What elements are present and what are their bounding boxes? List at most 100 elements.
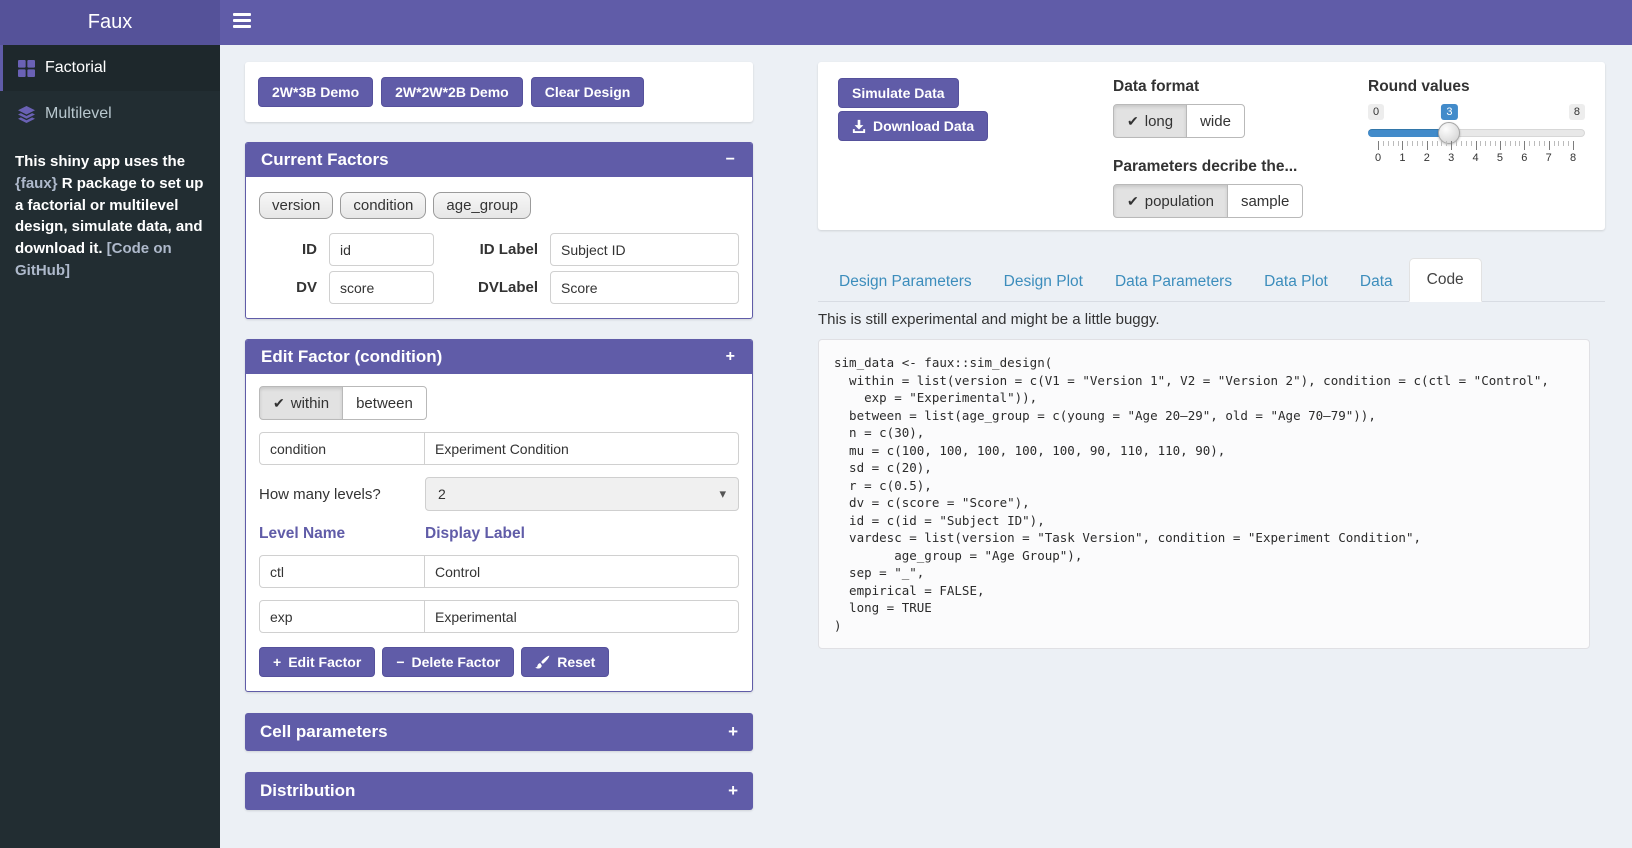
current-factors-body: version condition age_group ID ID Label … [246, 177, 752, 318]
slider-major-tick [1378, 141, 1379, 150]
level-row [259, 555, 739, 588]
collapse-plus-icon[interactable]: + [728, 781, 738, 801]
slider-minor-tick [1432, 141, 1433, 146]
slider-tick-label: 2 [1424, 152, 1430, 164]
slider-minor-tick [1544, 141, 1545, 146]
levels-count-value: 2 [438, 486, 446, 502]
between-option[interactable]: between [342, 386, 427, 420]
data-column: Simulate Data Download Data Data format … [818, 62, 1605, 649]
slider-tick-label: 1 [1399, 152, 1405, 164]
factor-tag-age-group[interactable]: age_group [433, 192, 531, 219]
level-label-input[interactable] [424, 600, 739, 633]
levels-count-select[interactable]: 2 ▾ [425, 477, 739, 511]
slider-minor-tick [1456, 141, 1457, 146]
level-name-input[interactable] [259, 600, 425, 633]
tab-design-plot[interactable]: Design Plot [988, 262, 1099, 302]
level-row [259, 600, 739, 633]
app-title: Faux [88, 11, 132, 33]
dv-label-input[interactable] [550, 271, 739, 304]
sidebar: Factorial Multilevel This shiny app uses… [0, 45, 220, 848]
parameters-toggle: ✔ population sample [1113, 184, 1303, 218]
factor-tag-version[interactable]: version [259, 192, 333, 219]
current-factors-header[interactable]: Current Factors − [246, 143, 752, 177]
wide-option[interactable]: wide [1186, 104, 1245, 138]
simulate-data-button[interactable]: Simulate Data [838, 78, 959, 108]
dv-input[interactable] [329, 271, 434, 304]
tab-data[interactable]: Data [1344, 262, 1409, 302]
sidebar-item-label: Factorial [45, 59, 106, 77]
collapse-minus-icon[interactable]: − [724, 151, 737, 169]
check-icon: ✔ [273, 395, 285, 412]
tab-design-parameters[interactable]: Design Parameters [823, 262, 988, 302]
sidebar-toggle-hamburger-icon[interactable] [233, 13, 251, 31]
clear-design-button[interactable]: Clear Design [531, 77, 645, 107]
check-icon: ✔ [1127, 113, 1139, 130]
brush-icon [535, 655, 550, 670]
slider-minor-tick [1505, 141, 1506, 146]
delete-factor-button[interactable]: − Delete Factor [382, 647, 514, 677]
level-name-input[interactable] [259, 555, 425, 588]
factor-tag-condition[interactable]: condition [340, 192, 426, 219]
slider-tick-label: 5 [1497, 152, 1503, 164]
within-option[interactable]: ✔ within [259, 386, 343, 420]
slider-minor-tick [1495, 141, 1496, 146]
tab-data-parameters[interactable]: Data Parameters [1099, 262, 1248, 302]
tab-code[interactable]: Code [1409, 258, 1482, 302]
demo-2w2w2b-button[interactable]: 2W*2W*2B Demo [381, 77, 523, 107]
slider-minor-tick [1407, 141, 1408, 146]
demo-buttons-card: 2W*3B Demo 2W*2W*2B Demo Clear Design [245, 62, 753, 122]
slider-value-badge: 3 [1441, 104, 1457, 120]
edit-factor-button[interactable]: + Edit Factor [259, 647, 375, 677]
population-option[interactable]: ✔ population [1113, 184, 1228, 218]
id-label-input[interactable] [550, 233, 739, 266]
design-column: 2W*3B Demo 2W*2W*2B Demo Clear Design Cu… [245, 62, 753, 810]
slider-minor-tick [1461, 141, 1462, 146]
slider-minor-tick [1539, 141, 1540, 146]
check-icon: ✔ [1127, 193, 1139, 210]
slider-tick-grid: 012345678 [1378, 141, 1573, 167]
slider-min-label: 0 [1368, 104, 1384, 120]
simulate-card: Simulate Data Download Data Data format … [818, 62, 1605, 230]
factor-name-input[interactable] [259, 432, 425, 465]
sidebar-item-multilevel[interactable]: Multilevel [0, 91, 220, 137]
sample-option[interactable]: sample [1227, 184, 1303, 218]
edit-factor-header[interactable]: Edit Factor (condition) + [246, 340, 752, 374]
collapse-plus-icon[interactable]: + [728, 722, 738, 742]
demo-2w3b-button[interactable]: 2W*3B Demo [258, 77, 373, 107]
caret-down-icon: ▾ [719, 486, 726, 502]
slider-tick-label: 4 [1472, 152, 1478, 164]
reset-button[interactable]: Reset [521, 647, 609, 677]
slider-major-tick [1427, 141, 1428, 150]
download-data-button[interactable]: Download Data [838, 111, 988, 141]
panel-title: Cell parameters [260, 722, 388, 742]
collapse-plus-icon[interactable]: + [724, 348, 737, 366]
dv-label-label: DVLabel [446, 279, 538, 296]
slider-major-tick [1402, 141, 1403, 150]
experimental-note: This is still experimental and might be … [818, 311, 1605, 328]
factor-tag-row: version condition age_group [259, 192, 739, 219]
edit-factor-body: ✔ within between How many levels? [246, 374, 752, 691]
slider-minor-tick [1485, 141, 1486, 146]
data-format-label: Data format [1113, 78, 1368, 96]
app-logo[interactable]: Faux [0, 0, 220, 45]
download-icon [852, 119, 866, 133]
dv-label: DV [259, 279, 317, 296]
generated-code-block[interactable]: sim_data <- faux::sim_design( within = l… [818, 339, 1590, 649]
round-values-slider[interactable]: 0 8 3 012345678 [1368, 104, 1585, 176]
id-input[interactable] [329, 233, 434, 266]
levels-question-label: How many levels? [259, 486, 425, 503]
level-name-header: Level Name [259, 525, 425, 543]
slider-tick-label: 8 [1570, 152, 1576, 164]
long-option[interactable]: ✔ long [1113, 104, 1187, 138]
sidebar-item-factorial[interactable]: Factorial [0, 45, 220, 91]
faux-package-link[interactable]: {faux} [15, 175, 58, 192]
box-title: Current Factors [261, 150, 389, 170]
tab-data-plot[interactable]: Data Plot [1248, 262, 1344, 302]
distribution-panel[interactable]: Distribution + [245, 772, 753, 810]
slider-filled-bar[interactable] [1368, 129, 1449, 137]
cell-parameters-panel[interactable]: Cell parameters + [245, 713, 753, 751]
slider-minor-tick [1480, 141, 1481, 146]
factor-display-label-input[interactable] [424, 432, 739, 465]
slider-tick-label: 6 [1521, 152, 1527, 164]
level-label-input[interactable] [424, 555, 739, 588]
